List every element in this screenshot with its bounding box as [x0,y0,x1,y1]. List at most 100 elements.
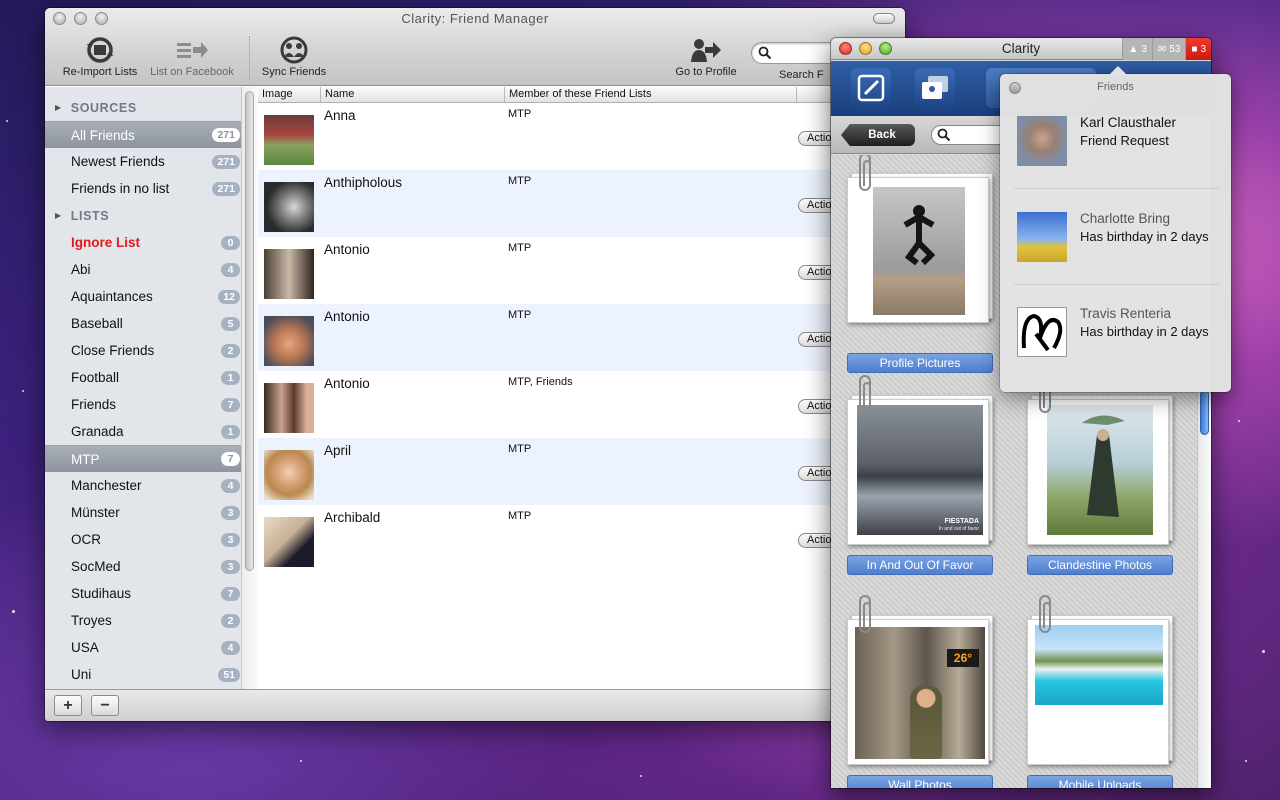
table-row[interactable]: Antonio MTP Actio [258,304,905,371]
table-header: Image Name Member of these Friend Lists [258,87,905,103]
table-row[interactable]: April MTP Actio [258,438,905,505]
list-on-facebook-button[interactable]: List on Facebook [145,34,239,78]
person-icon: ▲ [1128,43,1139,55]
sidebar-item-label: Manchester [71,478,142,493]
profile-arrow-icon [691,39,721,62]
sidebar-item-ocr[interactable]: OCR 3 [45,526,256,553]
friend-lists: MTP [508,108,532,120]
sources-header[interactable]: ▶ SOURCES [45,94,256,121]
messages-counter[interactable]: ✉ 53 [1151,38,1186,60]
notification-item[interactable]: Karl Clausthaler Friend Request [1008,102,1223,192]
count-badge: 7 [221,452,240,466]
sidebar-item-socmed[interactable]: SocMed 3 [45,553,256,580]
table-row[interactable]: Archibald MTP Actio [258,505,905,572]
disclosure-triangle-icon[interactable]: ▶ [55,211,62,220]
disclosure-triangle-icon[interactable]: ▶ [55,103,62,112]
sidebar-item-studihaus[interactable]: Studihaus 7 [45,580,256,607]
album-cover: FIESTADA In and out of favor [847,375,993,545]
count-badge: 51 [218,667,240,682]
reimport-label: Re-Import Lists [62,66,138,78]
sidebar-item-friends[interactable]: Friends 7 [45,391,256,418]
scroll-thumb[interactable] [245,91,254,571]
list-on-facebook-label: List on Facebook [150,66,234,78]
sidebar-item-label: SocMed [71,559,121,574]
column-header-name[interactable]: Name [321,88,354,100]
sidebar-scrollbar[interactable] [241,87,257,689]
sidebar-item-football[interactable]: Football 1 [45,364,256,391]
friends-counter[interactable]: ▲ 3 [1122,38,1152,60]
sync-friends-button[interactable]: Sync Friends [257,34,331,78]
friend-name: Antonio [324,376,370,391]
count-badge: 1 [221,370,240,385]
friend-name: April [324,443,352,458]
album-cover: 26° [847,595,993,765]
table-row[interactable]: Antonio MTP Actio [258,237,905,304]
paperclip-icon [859,595,871,633]
star [6,120,8,122]
go-to-profile-label: Go to Profile [675,66,737,78]
column-header-image[interactable]: Image [258,88,293,100]
count-badge: 3 [221,559,240,574]
photo-subcaption: In and out of favor [938,526,979,532]
sidebar-item-usa[interactable]: USA 4 [45,634,256,661]
notification-name: Karl Clausthaler [1080,115,1177,130]
avatar [264,316,314,366]
news-feed-tab[interactable] [851,68,891,108]
album-cover [847,155,993,323]
sources-header-label: SOURCES [70,100,137,115]
sidebar-item-label: MTP [71,451,100,467]
sidebar-item-label: Baseball [71,316,123,331]
sidebar-item-aquaintances[interactable]: Aquaintances 12 [45,283,256,310]
notification-item[interactable]: Charlotte Bring Has birthday in 2 days [1008,198,1223,288]
photos-tab[interactable] [915,68,955,108]
toolbar: Clarity: Friend Manager Re-Import Lists … [45,8,905,86]
photo-stack-icon [922,76,948,99]
sidebar-item-friends-no-list[interactable]: Friends in no list 271 [45,175,256,202]
count-badge: 4 [221,262,240,277]
remove-list-button[interactable]: − [91,695,119,716]
friends-table: Image Name Member of these Friend Lists … [258,87,905,689]
sidebar-item-baseball[interactable]: Baseball 5 [45,310,256,337]
sidebar-item-uni[interactable]: Uni 51 [45,661,256,688]
back-button[interactable]: Back [841,124,915,146]
friend-name: Anna [324,108,356,123]
star [300,760,302,762]
count-badge: 7 [221,397,240,412]
notifications-counter[interactable]: ■ 3 [1185,38,1211,60]
table-row[interactable]: Antonio MTP, Friends Actio [258,371,905,438]
sidebar-item-close-friends[interactable]: Close Friends 2 [45,337,256,364]
sidebar-item-ignore-list[interactable]: Ignore List 0 [45,229,256,256]
sidebar-item-newest-friends[interactable]: Newest Friends 271 [45,148,256,175]
sidebar-item-manchester[interactable]: Manchester 4 [45,472,256,499]
table-row[interactable]: Anthipholous MTP Actio [258,170,905,237]
sidebar-item-abi[interactable]: Abi 4 [45,256,256,283]
avatar [264,249,314,299]
friend-lists: MTP [508,443,532,455]
sidebar-item-mtp[interactable]: MTP 7 [45,445,256,472]
table-row[interactable]: Anna MTP Actio [258,103,905,170]
go-to-profile-button[interactable]: Go to Profile [669,34,743,78]
counters: ▲ 3 ✉ 53 ■ 3 [1122,38,1211,60]
sidebar-item-all-friends[interactable]: All Friends 271 [45,121,256,148]
toolbar-toggle-button[interactable] [873,13,895,24]
sidebar-item-label: Aquaintances [71,289,153,304]
reimport-lists-button[interactable]: Re-Import Lists [54,34,146,78]
sidebar-item-label: Close Friends [71,343,155,358]
sidebar-item-granada[interactable]: Granada 1 [45,418,256,445]
sidebar: ▶ SOURCES All Friends 271 Newest Friends 27… [45,87,257,689]
sidebar-item-munster[interactable]: Münster 3 [45,499,256,526]
column-header-lists[interactable]: Member of these Friend Lists [505,88,651,100]
sidebar-item-label: Friends in no list [71,181,170,196]
paperclip-icon [1039,595,1051,633]
album-label: Profile Pictures [847,353,993,373]
scroll-thumb[interactable] [1200,390,1209,435]
notification-text: Has birthday in 2 days [1080,324,1209,339]
avatar [264,115,314,165]
sidebar-item-troyes[interactable]: Troyes 2 [45,607,256,634]
count-badge: 1 [221,424,240,439]
add-list-button[interactable]: + [54,695,82,716]
count-badge: 5 [221,316,240,331]
notification-item[interactable]: Travis Renteria Has birthday in 2 days [1008,293,1223,383]
lists-header[interactable]: ▶ LISTS [45,202,256,229]
count-badge: 271 [212,154,240,169]
